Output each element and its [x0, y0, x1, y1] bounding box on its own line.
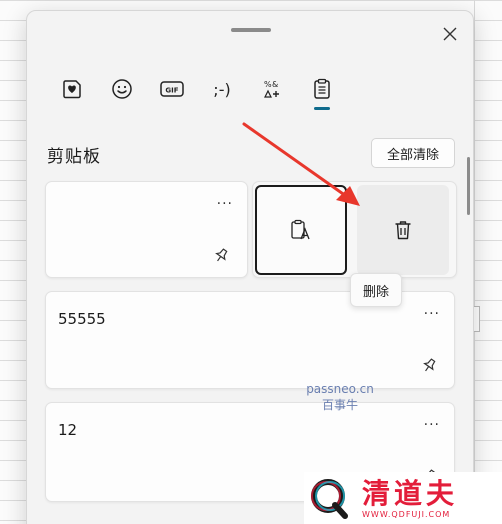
- tab-clipboard[interactable]: [297, 67, 347, 111]
- clipboard-item-text: 12: [58, 421, 78, 439]
- section-title: 剪贴板: [47, 147, 101, 167]
- watermark-line1: passneo.cn: [306, 382, 374, 396]
- watermark: passneo.cn 百事牛: [300, 381, 380, 413]
- close-icon: [443, 27, 457, 41]
- tab-emoji[interactable]: [97, 67, 147, 111]
- symbols-icon: % &: [264, 80, 279, 98]
- drag-handle[interactable]: [231, 28, 271, 32]
- close-button[interactable]: [437, 21, 463, 47]
- scrollbar-thumb[interactable]: [467, 157, 470, 215]
- clear-all-button[interactable]: 全部清除: [371, 138, 455, 168]
- emoji-clipboard-panel: GIF ;-) % & 剪贴板 全部清除 ··· 55555 ··· 12 ··…: [26, 10, 474, 524]
- more-options-button[interactable]: ···: [424, 306, 440, 322]
- category-tabs: GIF ;-) % &: [47, 67, 347, 117]
- delete-item-button[interactable]: [357, 185, 449, 275]
- emoji-icon: [112, 79, 132, 99]
- brand-badge: 清道夫 WWW.QDFUJI.COM: [304, 472, 502, 524]
- gif-label: GIF: [165, 87, 178, 95]
- gif-icon: GIF: [160, 81, 184, 97]
- clipboard-item[interactable]: ···: [45, 181, 248, 278]
- watermark-line2: 百事牛: [321, 398, 358, 412]
- tab-stickers[interactable]: [47, 67, 97, 111]
- more-options-button[interactable]: ···: [217, 196, 233, 212]
- kaomoji-icon: ;-): [213, 79, 231, 99]
- heart-sticker-icon: [63, 80, 81, 99]
- brand-name: 清道夫: [362, 476, 459, 510]
- pin-icon: [215, 248, 228, 262]
- pin-button[interactable]: [214, 248, 228, 268]
- tab-symbols[interactable]: % &: [247, 67, 297, 111]
- pin-button[interactable]: [422, 358, 436, 378]
- tab-gif[interactable]: GIF: [147, 67, 197, 111]
- more-options-button[interactable]: ···: [424, 417, 440, 433]
- brand-url: WWW.QDFUJI.COM: [362, 509, 451, 519]
- clipboard-item-text: 55555: [58, 310, 106, 328]
- brand-logo: [304, 472, 356, 524]
- paste-as-text-button[interactable]: [255, 185, 347, 275]
- paste-as-text-icon: [291, 219, 310, 240]
- clipboard-icon: [314, 78, 330, 99]
- svg-text:%: %: [264, 80, 272, 89]
- trash-icon: [395, 221, 411, 240]
- delete-tooltip: 删除: [350, 273, 402, 307]
- q-logo-icon: [311, 479, 348, 519]
- spreadsheet-column-line: [474, 0, 475, 524]
- pin-icon: [423, 358, 436, 372]
- svg-text:&: &: [272, 80, 278, 89]
- tab-kaomoji[interactable]: ;-): [197, 67, 247, 111]
